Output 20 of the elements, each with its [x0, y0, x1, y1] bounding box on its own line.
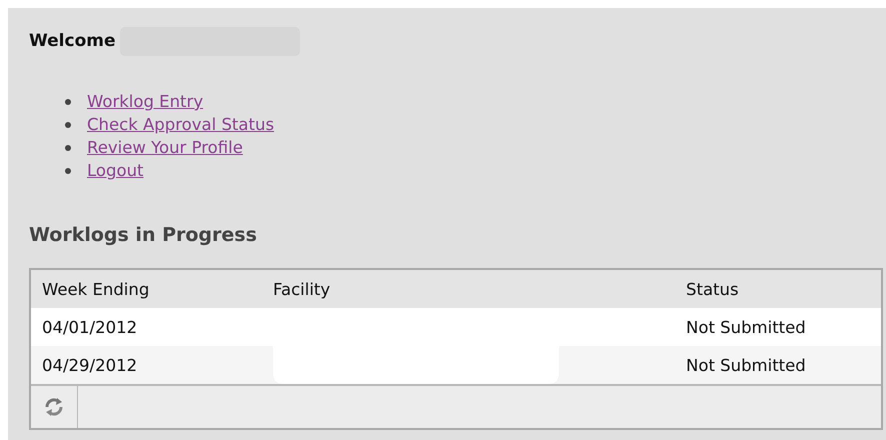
column-header: Facility	[273, 280, 332, 298]
column-header: Status	[686, 280, 740, 298]
column-header: Week Ending	[41, 280, 150, 298]
table-cell-text: Not Submitted	[686, 356, 807, 374]
nav-link[interactable]: Check Approval Status	[87, 115, 274, 134]
section-title: Worklogs in Progress	[29, 223, 258, 248]
nav-link[interactable]: Review Your Profile	[87, 138, 243, 157]
bullet-icon	[65, 144, 71, 150]
nav-link[interactable]: Logout	[87, 161, 144, 180]
bullet-icon	[65, 168, 71, 174]
table-row[interactable]: 04/01/2012 Not Submitted	[31, 308, 881, 346]
table-cell-text: 04/01/2012	[41, 318, 138, 336]
table-cell-text: 04/29/2012	[41, 356, 138, 374]
nav-link[interactable]: Worklog Entry	[87, 92, 204, 111]
refresh-icon	[43, 396, 65, 418]
bullet-icon	[65, 98, 71, 104]
table-cell-text: Not Submitted	[686, 318, 807, 336]
welcome-label: Welcome	[29, 31, 116, 51]
bullet-icon	[65, 122, 71, 128]
table-row[interactable]: 04/29/2012 Not Submitted	[31, 346, 881, 384]
